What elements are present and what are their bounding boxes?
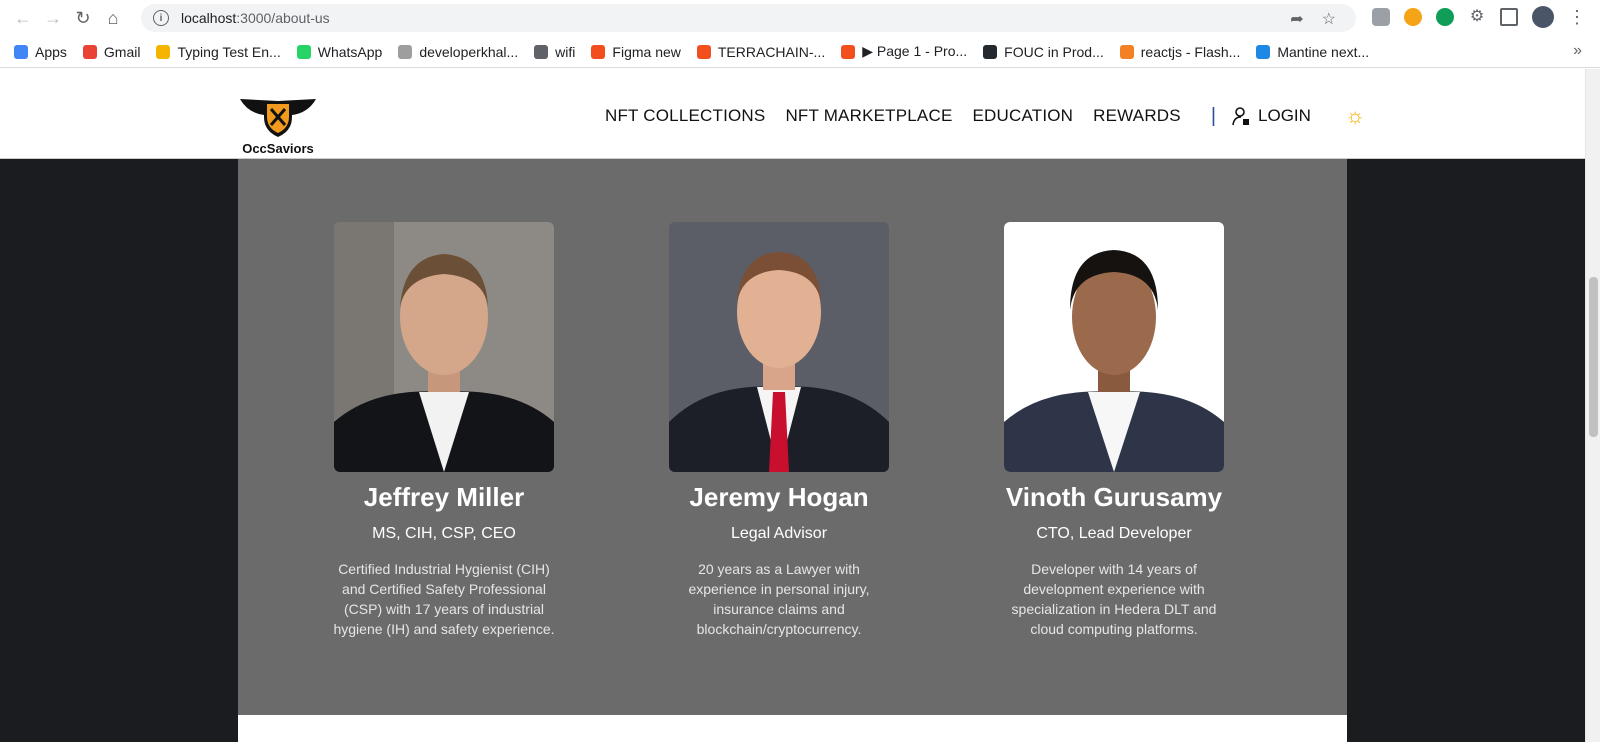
- bookmark-favicon-icon: [296, 44, 311, 59]
- team-name: Vinoth Gurusamy: [1005, 482, 1223, 512]
- bookmark-item[interactable]: ▶ Page 1 - Pro...: [841, 43, 967, 60]
- logo-text: OccSaviors: [242, 141, 314, 156]
- team-role: MS, CIH, CSP, CEO: [372, 525, 516, 542]
- team-name: Jeremy Hogan: [689, 482, 869, 512]
- bookmark-favicon-icon: [591, 44, 606, 59]
- bookmark-item[interactable]: WhatsApp: [296, 43, 383, 60]
- nav-nft-marketplace[interactable]: NFT MARKETPLACE: [785, 106, 952, 126]
- extension-icon[interactable]: [1372, 8, 1390, 26]
- extension-icon[interactable]: [1404, 8, 1422, 26]
- bookmark-label: Figma new: [612, 43, 681, 60]
- bookmark-item[interactable]: reactjs - Flash...: [1119, 43, 1241, 60]
- bookmark-item[interactable]: Typing Test En...: [156, 43, 281, 60]
- bookmark-label: WhatsApp: [317, 43, 383, 60]
- bookmark-label: ▶ Page 1 - Pro...: [862, 43, 968, 59]
- bookmark-favicon-icon: [398, 44, 413, 59]
- bookmark-favicon-icon: [82, 44, 97, 59]
- bookmark-favicon-icon: [534, 44, 549, 59]
- bookmark-label: FOUC in Prod...: [1004, 43, 1104, 60]
- share-icon[interactable]: ➦: [1290, 9, 1303, 29]
- bookmark-item[interactable]: wifi: [534, 44, 575, 60]
- page-viewport: OccSaviors NFT COLLECTIONS NFT MARKETPLA…: [0, 69, 1600, 742]
- nav-separator: |: [1210, 104, 1217, 127]
- scrollbar-thumb[interactable]: [1589, 277, 1598, 437]
- team-bio: 20 years as a Lawyer with experience in …: [688, 561, 870, 637]
- team-photo: [669, 222, 889, 472]
- forward-icon[interactable]: →: [38, 3, 68, 33]
- bookmark-label: reactjs - Flash...: [1140, 43, 1241, 60]
- login-label: LOGIN: [1258, 106, 1311, 125]
- logo-emblem-icon: [240, 99, 316, 137]
- bookmark-item[interactable]: developerkhal...: [398, 44, 518, 60]
- extension-icon[interactable]: [1436, 8, 1454, 26]
- main-nav: NFT COLLECTIONS NFT MARKETPLACE EDUCATIO…: [605, 103, 1365, 129]
- nav-education[interactable]: EDUCATION: [973, 106, 1074, 126]
- nav-rewards[interactable]: REWARDS: [1093, 106, 1181, 126]
- team-name: Jeffrey Miller: [363, 482, 525, 512]
- bookmark-label: TERRACHAIN-...: [717, 43, 826, 60]
- bookmark-label: developerkhal...: [419, 43, 519, 60]
- bookmark-item[interactable]: Gmail: [82, 43, 141, 60]
- bookmark-item[interactable]: Figma new: [591, 43, 681, 60]
- team-section: Jeffrey Miller MS, CIH, CSP, CEO Certifi…: [238, 159, 1347, 715]
- bookmark-label: Typing Test En...: [177, 43, 281, 60]
- user-lock-icon: [1232, 107, 1250, 126]
- bookmark-item[interactable]: TERRACHAIN-...: [696, 43, 826, 60]
- team-card: Jeremy Hogan Legal Advisor 20 years as a…: [659, 222, 899, 639]
- side-panel-icon[interactable]: [1500, 8, 1518, 26]
- bookmark-favicon-icon: [156, 44, 171, 59]
- bookmark-favicon-icon: [983, 44, 998, 59]
- extensions-area: ⚙ ⋮: [1372, 6, 1586, 28]
- team-card: Jeffrey Miller MS, CIH, CSP, CEO Certifi…: [324, 222, 564, 639]
- team-bio: Developer with 14 years of development e…: [1011, 561, 1217, 637]
- bookmark-label: wifi: [555, 43, 576, 60]
- bookmark-item[interactable]: FOUC in Prod...: [983, 44, 1104, 60]
- team-card: Vinoth Gurusamy CTO, Lead Developer Deve…: [994, 222, 1234, 639]
- bookmark-favicon-icon: [841, 44, 856, 59]
- team-bio: Certified Industrial Hygienist (CIH) and…: [333, 561, 555, 637]
- bookmarks-more-icon[interactable]: »: [1573, 42, 1582, 60]
- home-icon[interactable]: ⌂: [98, 3, 128, 33]
- bookmark-label: Apps: [35, 43, 67, 60]
- bookmark-favicon-icon: [696, 44, 711, 59]
- puzzle-icon[interactable]: ⚙: [1468, 8, 1486, 26]
- nav-nft-collections[interactable]: NFT COLLECTIONS: [605, 106, 765, 126]
- browser-menu-icon[interactable]: ⋮: [1568, 8, 1586, 26]
- team-role: Legal Advisor: [730, 525, 828, 542]
- next-section-edge: [238, 715, 1347, 742]
- address-bar[interactable]: i localhost:3000/about-us ➦ ☆: [141, 4, 1356, 32]
- back-icon[interactable]: ←: [8, 3, 38, 33]
- theme-toggle-sun-icon[interactable]: ☼: [1345, 103, 1365, 129]
- bookmarks-bar: Apps Gmail Typing Test En... WhatsApp develo…: [0, 36, 1600, 68]
- reload-icon[interactable]: ↻: [68, 3, 98, 33]
- site-info-icon[interactable]: i: [153, 10, 169, 26]
- team-role: CTO, Lead Developer: [1036, 525, 1192, 542]
- bookmark-favicon-icon: [1119, 44, 1134, 59]
- site-logo[interactable]: OccSaviors: [238, 95, 318, 156]
- bookmark-favicon-icon: [14, 44, 28, 59]
- bookmark-label: Mantine next...: [1277, 43, 1370, 60]
- url-text[interactable]: localhost:3000/about-us: [181, 10, 330, 26]
- team-photo: [1004, 222, 1224, 472]
- bookmark-favicon-icon: [1256, 44, 1271, 59]
- page-scrollbar[interactable]: [1585, 69, 1600, 742]
- bookmark-item[interactable]: Mantine next...: [1256, 44, 1369, 60]
- profile-avatar[interactable]: [1532, 6, 1554, 28]
- bookmark-item[interactable]: Apps: [14, 44, 67, 60]
- login-button[interactable]: LOGIN: [1232, 106, 1311, 126]
- site-header: OccSaviors NFT COLLECTIONS NFT MARKETPLA…: [0, 69, 1585, 159]
- team-photo: [334, 222, 554, 472]
- bookmark-label: Gmail: [103, 43, 141, 60]
- bookmark-star-icon[interactable]: ☆: [1322, 9, 1336, 29]
